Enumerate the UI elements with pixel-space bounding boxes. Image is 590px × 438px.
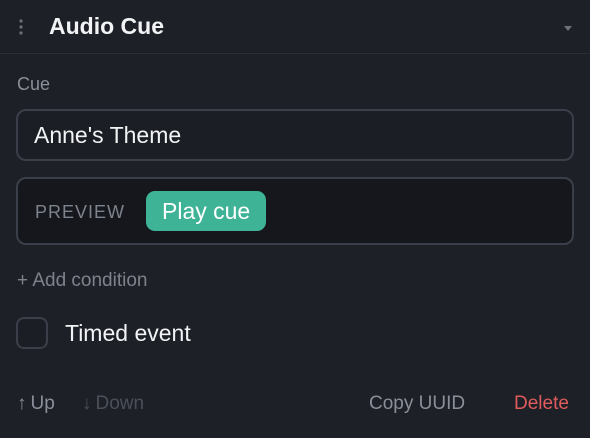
timed-event-checkbox[interactable] [16, 317, 48, 349]
cue-input[interactable] [16, 109, 574, 161]
move-up-button[interactable]: ↑ Up [17, 392, 55, 416]
move-up-label: Up [30, 393, 55, 414]
arrow-down-icon: ↓ [82, 393, 92, 414]
panel-title: Audio Cue [49, 13, 164, 39]
move-down-button[interactable]: ↓ Down [82, 392, 144, 416]
drag-handle-icon[interactable] [15, 18, 27, 36]
arrow-up-icon: ↑ [17, 393, 27, 414]
add-condition-button[interactable]: + Add condition [17, 269, 147, 293]
copy-uuid-button[interactable]: Copy UUID [369, 392, 465, 416]
move-down-label: Down [95, 393, 145, 414]
audio-cue-panel: Audio Cue Cue PREVIEW Play cue + Add con… [0, 0, 590, 438]
preview-box: PREVIEW Play cue [16, 177, 574, 245]
panel-header: Audio Cue [0, 0, 590, 54]
play-cue-button[interactable]: Play cue [146, 191, 267, 231]
preview-label: PREVIEW [35, 202, 126, 222]
caret-down-icon[interactable] [560, 20, 576, 36]
delete-button[interactable]: Delete [514, 392, 569, 416]
timed-event-label: Timed event [65, 320, 191, 346]
cue-field-label: Cue [17, 74, 51, 94]
